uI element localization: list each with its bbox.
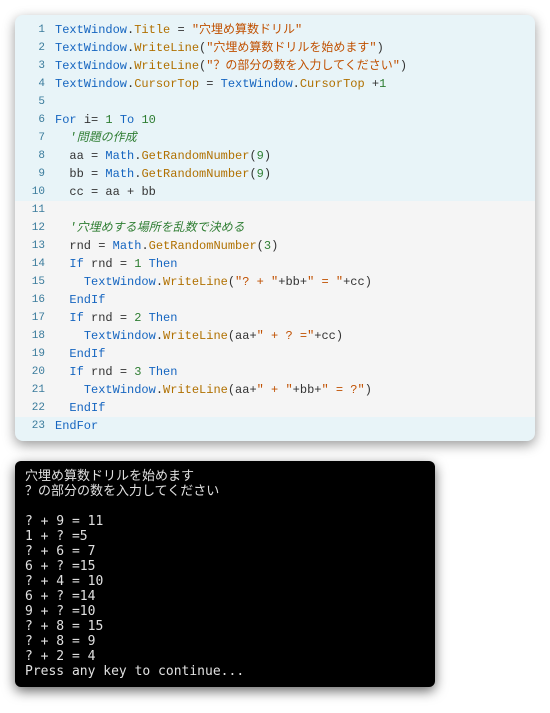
line-number: 6 — [15, 111, 51, 129]
code-line[interactable]: 12 '穴埋めする場所を乱数で決める — [15, 219, 535, 237]
code-content[interactable]: If rnd = 3 Then — [51, 363, 535, 381]
line-number: 13 — [15, 237, 51, 255]
code-line[interactable]: 3TextWindow.WriteLine("？の部分の数を入力してください") — [15, 57, 535, 75]
code-line[interactable]: 14 If rnd = 1 Then — [15, 255, 535, 273]
line-number: 10 — [15, 183, 51, 201]
code-content[interactable]: If rnd = 2 Then — [51, 309, 535, 327]
line-number: 4 — [15, 75, 51, 93]
code-content[interactable]: TextWindow.WriteLine("穴埋め算数ドリルを始めます") — [51, 39, 535, 57]
code-content[interactable]: TextWindow.WriteLine("? + "+bb+" = "+cc) — [51, 273, 535, 291]
code-line[interactable]: 9 bb = Math.GetRandomNumber(9) — [15, 165, 535, 183]
line-number: 20 — [15, 363, 51, 381]
code-line[interactable]: 23EndFor — [15, 417, 535, 435]
code-line[interactable]: 20 If rnd = 3 Then — [15, 363, 535, 381]
line-number: 19 — [15, 345, 51, 363]
code-line[interactable]: 16 EndIf — [15, 291, 535, 309]
code-line[interactable]: 11 — [15, 201, 535, 219]
code-editor-panel[interactable]: 1TextWindow.Title = "穴埋め算数ドリル"2TextWindo… — [15, 15, 535, 441]
line-number: 12 — [15, 219, 51, 237]
code-line[interactable]: 6For i= 1 To 10 — [15, 111, 535, 129]
code-line[interactable]: 7 '問題の作成 — [15, 129, 535, 147]
line-number: 16 — [15, 291, 51, 309]
code-line[interactable]: 10 cc = aa + bb — [15, 183, 535, 201]
line-number: 8 — [15, 147, 51, 165]
code-content[interactable]: TextWindow.WriteLine("？の部分の数を入力してください") — [51, 57, 535, 75]
line-number: 22 — [15, 399, 51, 417]
code-content[interactable]: EndIf — [51, 345, 535, 363]
code-content[interactable]: '穴埋めする場所を乱数で決める — [51, 219, 535, 237]
code-line[interactable]: 21 TextWindow.WriteLine(aa+" + "+bb+" = … — [15, 381, 535, 399]
code-content[interactable]: EndIf — [51, 291, 535, 309]
code-content[interactable]: cc = aa + bb — [51, 183, 535, 201]
code-line[interactable]: 17 If rnd = 2 Then — [15, 309, 535, 327]
line-number: 15 — [15, 273, 51, 291]
line-number: 18 — [15, 327, 51, 345]
line-number: 14 — [15, 255, 51, 273]
code-content[interactable]: For i= 1 To 10 — [51, 111, 535, 129]
code-line[interactable]: 1TextWindow.Title = "穴埋め算数ドリル" — [15, 21, 535, 39]
line-number: 21 — [15, 381, 51, 399]
code-content[interactable]: TextWindow.WriteLine(aa+" + "+bb+" = ?") — [51, 381, 535, 399]
code-content[interactable]: If rnd = 1 Then — [51, 255, 535, 273]
line-number: 3 — [15, 57, 51, 75]
line-number: 7 — [15, 129, 51, 147]
code-content[interactable]: rnd = Math.GetRandomNumber(3) — [51, 237, 535, 255]
code-line[interactable]: 19 EndIf — [15, 345, 535, 363]
line-number: 11 — [15, 201, 51, 219]
line-number: 2 — [15, 39, 51, 57]
line-number: 1 — [15, 21, 51, 39]
code-line[interactable]: 18 TextWindow.WriteLine(aa+" + ? ="+cc) — [15, 327, 535, 345]
console-output-panel: 穴埋め算数ドリルを始めます ？の部分の数を入力してください ? + 9 = 11… — [15, 461, 435, 687]
code-line[interactable]: 22 EndIf — [15, 399, 535, 417]
line-number: 9 — [15, 165, 51, 183]
code-content[interactable]: aa = Math.GetRandomNumber(9) — [51, 147, 535, 165]
code-content[interactable]: '問題の作成 — [51, 129, 535, 147]
code-content[interactable]: TextWindow.Title = "穴埋め算数ドリル" — [51, 21, 535, 39]
code-content[interactable]: bb = Math.GetRandomNumber(9) — [51, 165, 535, 183]
code-content[interactable]: TextWindow.WriteLine(aa+" + ? ="+cc) — [51, 327, 535, 345]
code-content[interactable]: EndFor — [51, 417, 535, 435]
code-line[interactable]: 15 TextWindow.WriteLine("? + "+bb+" = "+… — [15, 273, 535, 291]
line-number: 5 — [15, 93, 51, 111]
code-content[interactable] — [51, 93, 535, 111]
code-line[interactable]: 8 aa = Math.GetRandomNumber(9) — [15, 147, 535, 165]
code-line[interactable]: 4TextWindow.CursorTop = TextWindow.Curso… — [15, 75, 535, 93]
code-line[interactable]: 5 — [15, 93, 535, 111]
line-number: 23 — [15, 417, 51, 435]
code-content[interactable]: EndIf — [51, 399, 535, 417]
code-line[interactable]: 2TextWindow.WriteLine("穴埋め算数ドリルを始めます") — [15, 39, 535, 57]
line-number: 17 — [15, 309, 51, 327]
code-content[interactable] — [51, 201, 535, 219]
code-content[interactable]: TextWindow.CursorTop = TextWindow.Cursor… — [51, 75, 535, 93]
code-line[interactable]: 13 rnd = Math.GetRandomNumber(3) — [15, 237, 535, 255]
